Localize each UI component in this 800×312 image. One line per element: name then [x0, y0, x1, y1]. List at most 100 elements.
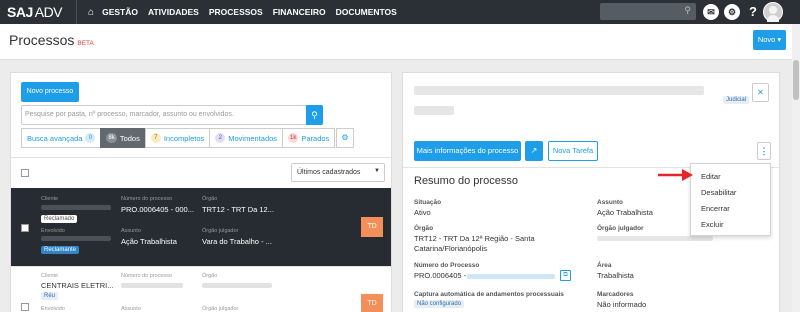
client-label: Cliente [41, 196, 59, 202]
filter-moved-label: Movimentados [228, 133, 278, 143]
nav-atividades[interactable]: ATIVIDADES [148, 7, 199, 17]
close-button[interactable]: ✕ [752, 83, 769, 102]
filter-stopped[interactable]: 1k Parados [282, 128, 336, 148]
nav-gestao[interactable]: GESTÃO [102, 7, 138, 17]
gear-icon: ⚙ [341, 133, 349, 142]
search-button[interactable]: ⚲ [306, 105, 323, 125]
owner-avatar: TD [361, 294, 383, 312]
user-avatar[interactable] [763, 2, 783, 22]
filter-incomplete-label: Incompletos [163, 133, 205, 143]
process-row-selected[interactable]: Cliente Reclamado Envolvido Reclamante N… [11, 188, 391, 266]
select-all-checkbox[interactable] [21, 169, 29, 177]
process-title-line2-redacted [414, 106, 454, 115]
search-icon: ⚲ [311, 110, 318, 120]
nav-financeiro[interactable]: FINANCEIRO [273, 7, 326, 17]
client-name: CENTRAIS ELETRI... [41, 281, 114, 290]
app-logo[interactable]: SAJ ADV [7, 4, 63, 20]
sort-select-value: Últimos cadastrados [297, 169, 361, 176]
copy-icon[interactable]: ⧉ [560, 270, 571, 281]
process-number: PRO.0006405 - 000... [121, 205, 194, 214]
filter-all-count: 8k [106, 133, 117, 143]
organ-value: TRT12 - TRT Da 12ª Região - Santa Catari… [414, 234, 535, 253]
judicial-badge: Judicial [723, 96, 750, 104]
menu-item-edit[interactable]: Editar [701, 172, 721, 181]
beta-badge: BETA [77, 40, 94, 47]
filter-all-label: Todos [119, 133, 140, 143]
settings-icon[interactable]: ⚙ [724, 4, 740, 20]
filter-moved[interactable]: 2 Movimentados [209, 128, 284, 148]
page-title: Processos BETA [9, 32, 94, 48]
process-number-redacted [121, 283, 183, 288]
status-label: Situação [414, 199, 442, 206]
process-subject: Ação Trabalhista [121, 237, 177, 246]
judge-organ-label: Órgão julgador [202, 228, 239, 234]
nav-processos[interactable]: PROCESSOS [209, 7, 263, 17]
role-tag: Réu [41, 292, 59, 300]
divider [11, 157, 391, 158]
navbar-divider [76, 0, 78, 24]
list-settings-button[interactable]: ⚙ [336, 128, 354, 148]
number-label: Número do processo [121, 273, 173, 279]
involved-label: Envolvido [41, 306, 65, 312]
filter-incomplete[interactable]: 7 Incompletos [144, 128, 211, 148]
markers-label: Marcadores [597, 291, 634, 298]
filter-moved-count: 2 [215, 133, 226, 143]
menu-item-delete[interactable]: Excluir [701, 220, 724, 229]
help-icon[interactable]: ? [745, 4, 761, 20]
advanced-search-button[interactable]: Busca avançada 0 [21, 128, 102, 148]
judge-organ: Vara do Trabalho - ... [202, 237, 272, 246]
more-info-button[interactable]: Mais informações do processo [414, 141, 521, 161]
menu-item-disable[interactable]: Desabilitar [701, 188, 736, 197]
process-number-value: PRO.0006405 - [414, 271, 467, 280]
summary-title: Resumo do processo [414, 175, 518, 187]
process-organ: TRT12 - TRT Da 12... [202, 205, 274, 214]
area-value: Trabalhista [597, 271, 634, 280]
annotation-arrow-icon [658, 169, 693, 181]
caret-down-icon: ▼ [374, 168, 380, 174]
involved-label: Envolvido [41, 228, 65, 234]
filter-all[interactable]: 8k Todos [100, 128, 146, 148]
subject-label: Assunto [121, 228, 141, 234]
process-number-label: Número do Processo [414, 262, 480, 269]
main-nav: GESTÃO ATIVIDADES PROCESSOS FINANCEIRO D… [102, 7, 407, 17]
judge-organ-label: Órgão julgador [597, 225, 644, 232]
page-header: Processos BETA [0, 24, 800, 60]
more-options-button[interactable]: ⋮ [757, 142, 771, 160]
kebab-icon: ⋮ [759, 146, 769, 156]
row-checkbox[interactable] [21, 303, 29, 311]
judge-organ-redacted [597, 236, 713, 241]
area-label: Área [597, 262, 612, 269]
page-scrollbar[interactable] [792, 24, 800, 312]
role-tag: Reclamado [41, 215, 78, 223]
new-task-button[interactable]: Nova Tarefa [548, 141, 598, 161]
organ-label: Órgão [414, 225, 434, 232]
involved-name-redacted [41, 236, 111, 241]
process-search-input[interactable]: Pesquise por pasta, nº processo, marcado… [21, 105, 307, 125]
scrollbar-thumb[interactable] [793, 60, 799, 100]
client-label: Cliente [41, 273, 59, 279]
row-checkbox[interactable] [21, 224, 29, 232]
capture-label: Captura automática de andamentos process… [414, 291, 564, 298]
menu-item-close[interactable]: Encerrar [701, 204, 730, 213]
mail-icon[interactable]: ✉ [703, 4, 719, 20]
status-value: Ativo [414, 208, 431, 217]
number-label: Número do processo [121, 196, 173, 202]
logo-sub: ADV [34, 4, 63, 20]
filter-stopped-label: Parados [301, 133, 330, 143]
filter-bar: Busca avançada 0 8k Todos 7 Incompletos … [21, 128, 336, 148]
process-row[interactable]: Cliente CENTRAIS ELETRI... Réu Envolvido… [11, 266, 391, 312]
filter-stopped-count: 1k [288, 133, 299, 143]
nav-documentos[interactable]: DOCUMENTOS [336, 7, 397, 17]
markers-value: Não informado [597, 300, 647, 309]
sort-select[interactable]: Últimos cadastrados ▼ [291, 163, 385, 182]
new-dropdown-button[interactable]: Novo ▾ [753, 30, 786, 50]
open-external-button[interactable]: ↗ [525, 141, 543, 161]
new-process-button[interactable]: Novo processo [21, 82, 79, 102]
home-icon[interactable]: ⌂ [88, 7, 94, 18]
organ-label: Órgão [202, 196, 218, 202]
page-title-text: Processos [9, 32, 75, 48]
search-icon: ⚲ [684, 5, 691, 15]
global-search-input[interactable]: ⚲ [600, 3, 696, 20]
external-link-icon: ↗ [530, 146, 538, 155]
role-tag: Reclamante [41, 246, 80, 254]
